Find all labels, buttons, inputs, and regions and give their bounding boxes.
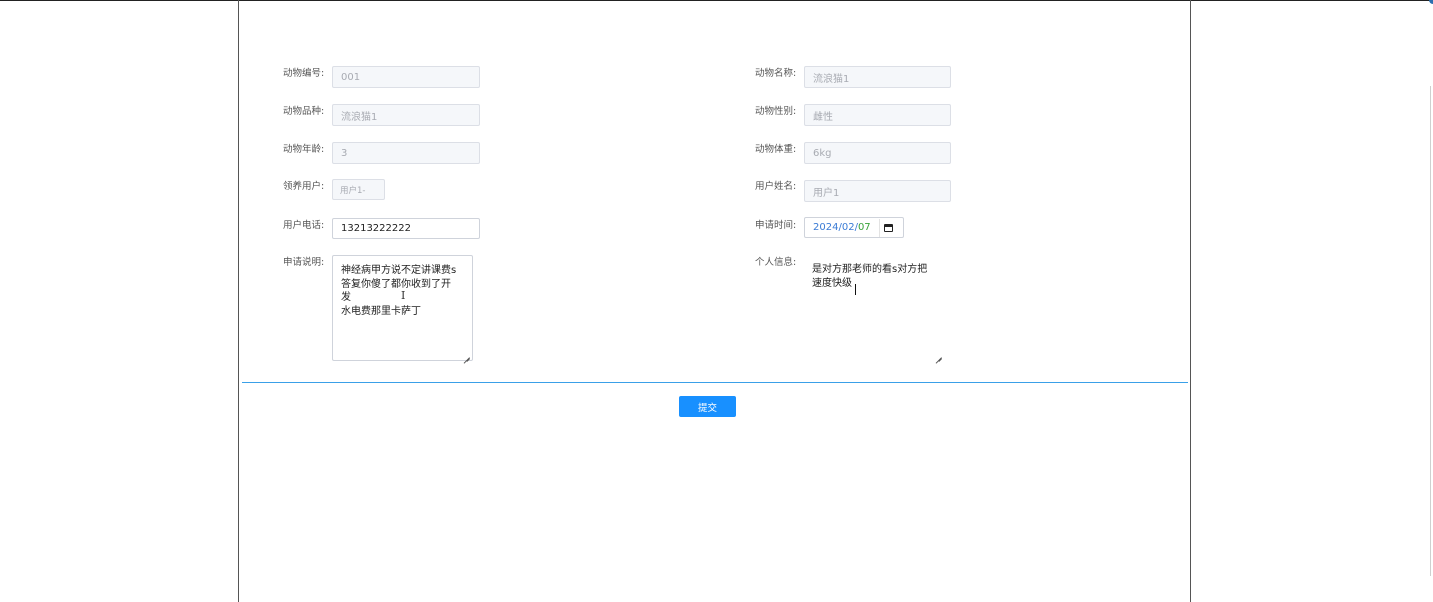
date-day[interactable]: 07 xyxy=(858,222,871,233)
animal-age-field[interactable]: 3 xyxy=(332,142,480,164)
animal-age-value: 3 xyxy=(341,147,348,159)
user-realname-value: 用户1 xyxy=(813,187,840,199)
user-phone-value: 13213222222 xyxy=(341,223,411,234)
animal-weight-field[interactable]: 6kg xyxy=(804,142,951,164)
corner-indicator xyxy=(1429,0,1433,4)
adopt-user-value: 用户1- xyxy=(340,185,366,196)
personal-info-label: 个人信息: xyxy=(755,257,797,268)
text-caret xyxy=(855,284,856,295)
animal-gender-field[interactable]: 雌性 xyxy=(804,104,951,126)
user-realname-label: 用户姓名: xyxy=(755,181,797,192)
animal-gender-label: 动物性别: xyxy=(755,106,797,117)
calendar-picker-button[interactable] xyxy=(878,218,898,237)
animal-name-value: 流浪猫1 xyxy=(813,73,850,85)
animal-name-label: 动物名称: xyxy=(755,68,797,79)
user-phone-input[interactable]: 13213222222 xyxy=(332,218,480,239)
apply-time-label: 申请时间: xyxy=(755,220,797,231)
apply-desc-textarea[interactable]: 神经病甲方说不定讲课费s 答复你傻了都你收到了开 发 水电费那里卡萨丁 xyxy=(332,255,473,361)
animal-weight-value: 6kg xyxy=(813,147,832,159)
text-cursor-icon: I xyxy=(401,289,406,302)
animal-weight-label: 动物体重: xyxy=(755,144,797,155)
top-border xyxy=(0,0,1433,1)
date-year[interactable]: 2024 xyxy=(813,222,838,233)
frame-left-border xyxy=(238,0,239,602)
animal-gender-value: 雌性 xyxy=(813,111,833,123)
animal-breed-label: 动物品种: xyxy=(283,106,325,117)
form-divider xyxy=(242,382,1188,383)
personal-info-textarea[interactable]: 是对方那老师的看s对方把 速度快级 xyxy=(804,255,944,361)
submit-button[interactable]: 提交 xyxy=(679,396,736,417)
adopt-user-label: 领养用户: xyxy=(283,181,325,192)
frame-right-border xyxy=(1190,0,1191,602)
animal-age-label: 动物年龄: xyxy=(283,144,325,155)
animal-id-label: 动物编号: xyxy=(283,68,325,79)
date-month[interactable]: 02 xyxy=(842,222,855,233)
resize-grip-icon[interactable] xyxy=(464,352,470,358)
scrollbar-edge[interactable] xyxy=(1430,86,1431,576)
user-phone-label: 用户电话: xyxy=(283,220,325,231)
animal-id-field[interactable]: 001 xyxy=(332,66,480,88)
animal-name-field[interactable]: 流浪猫1 xyxy=(804,66,951,88)
resize-grip-icon[interactable] xyxy=(936,352,942,358)
apply-desc-label: 申请说明: xyxy=(283,257,325,268)
animal-breed-value: 流浪猫1 xyxy=(341,111,378,123)
animal-breed-field[interactable]: 流浪猫1 xyxy=(332,104,480,126)
adopt-user-field[interactable]: 用户1- xyxy=(332,179,385,200)
animal-id-value: 001 xyxy=(341,71,361,83)
calendar-icon xyxy=(884,223,894,232)
user-realname-field[interactable]: 用户1 xyxy=(804,180,951,202)
apply-time-date-input[interactable]: 2024/02/07 xyxy=(804,217,904,238)
